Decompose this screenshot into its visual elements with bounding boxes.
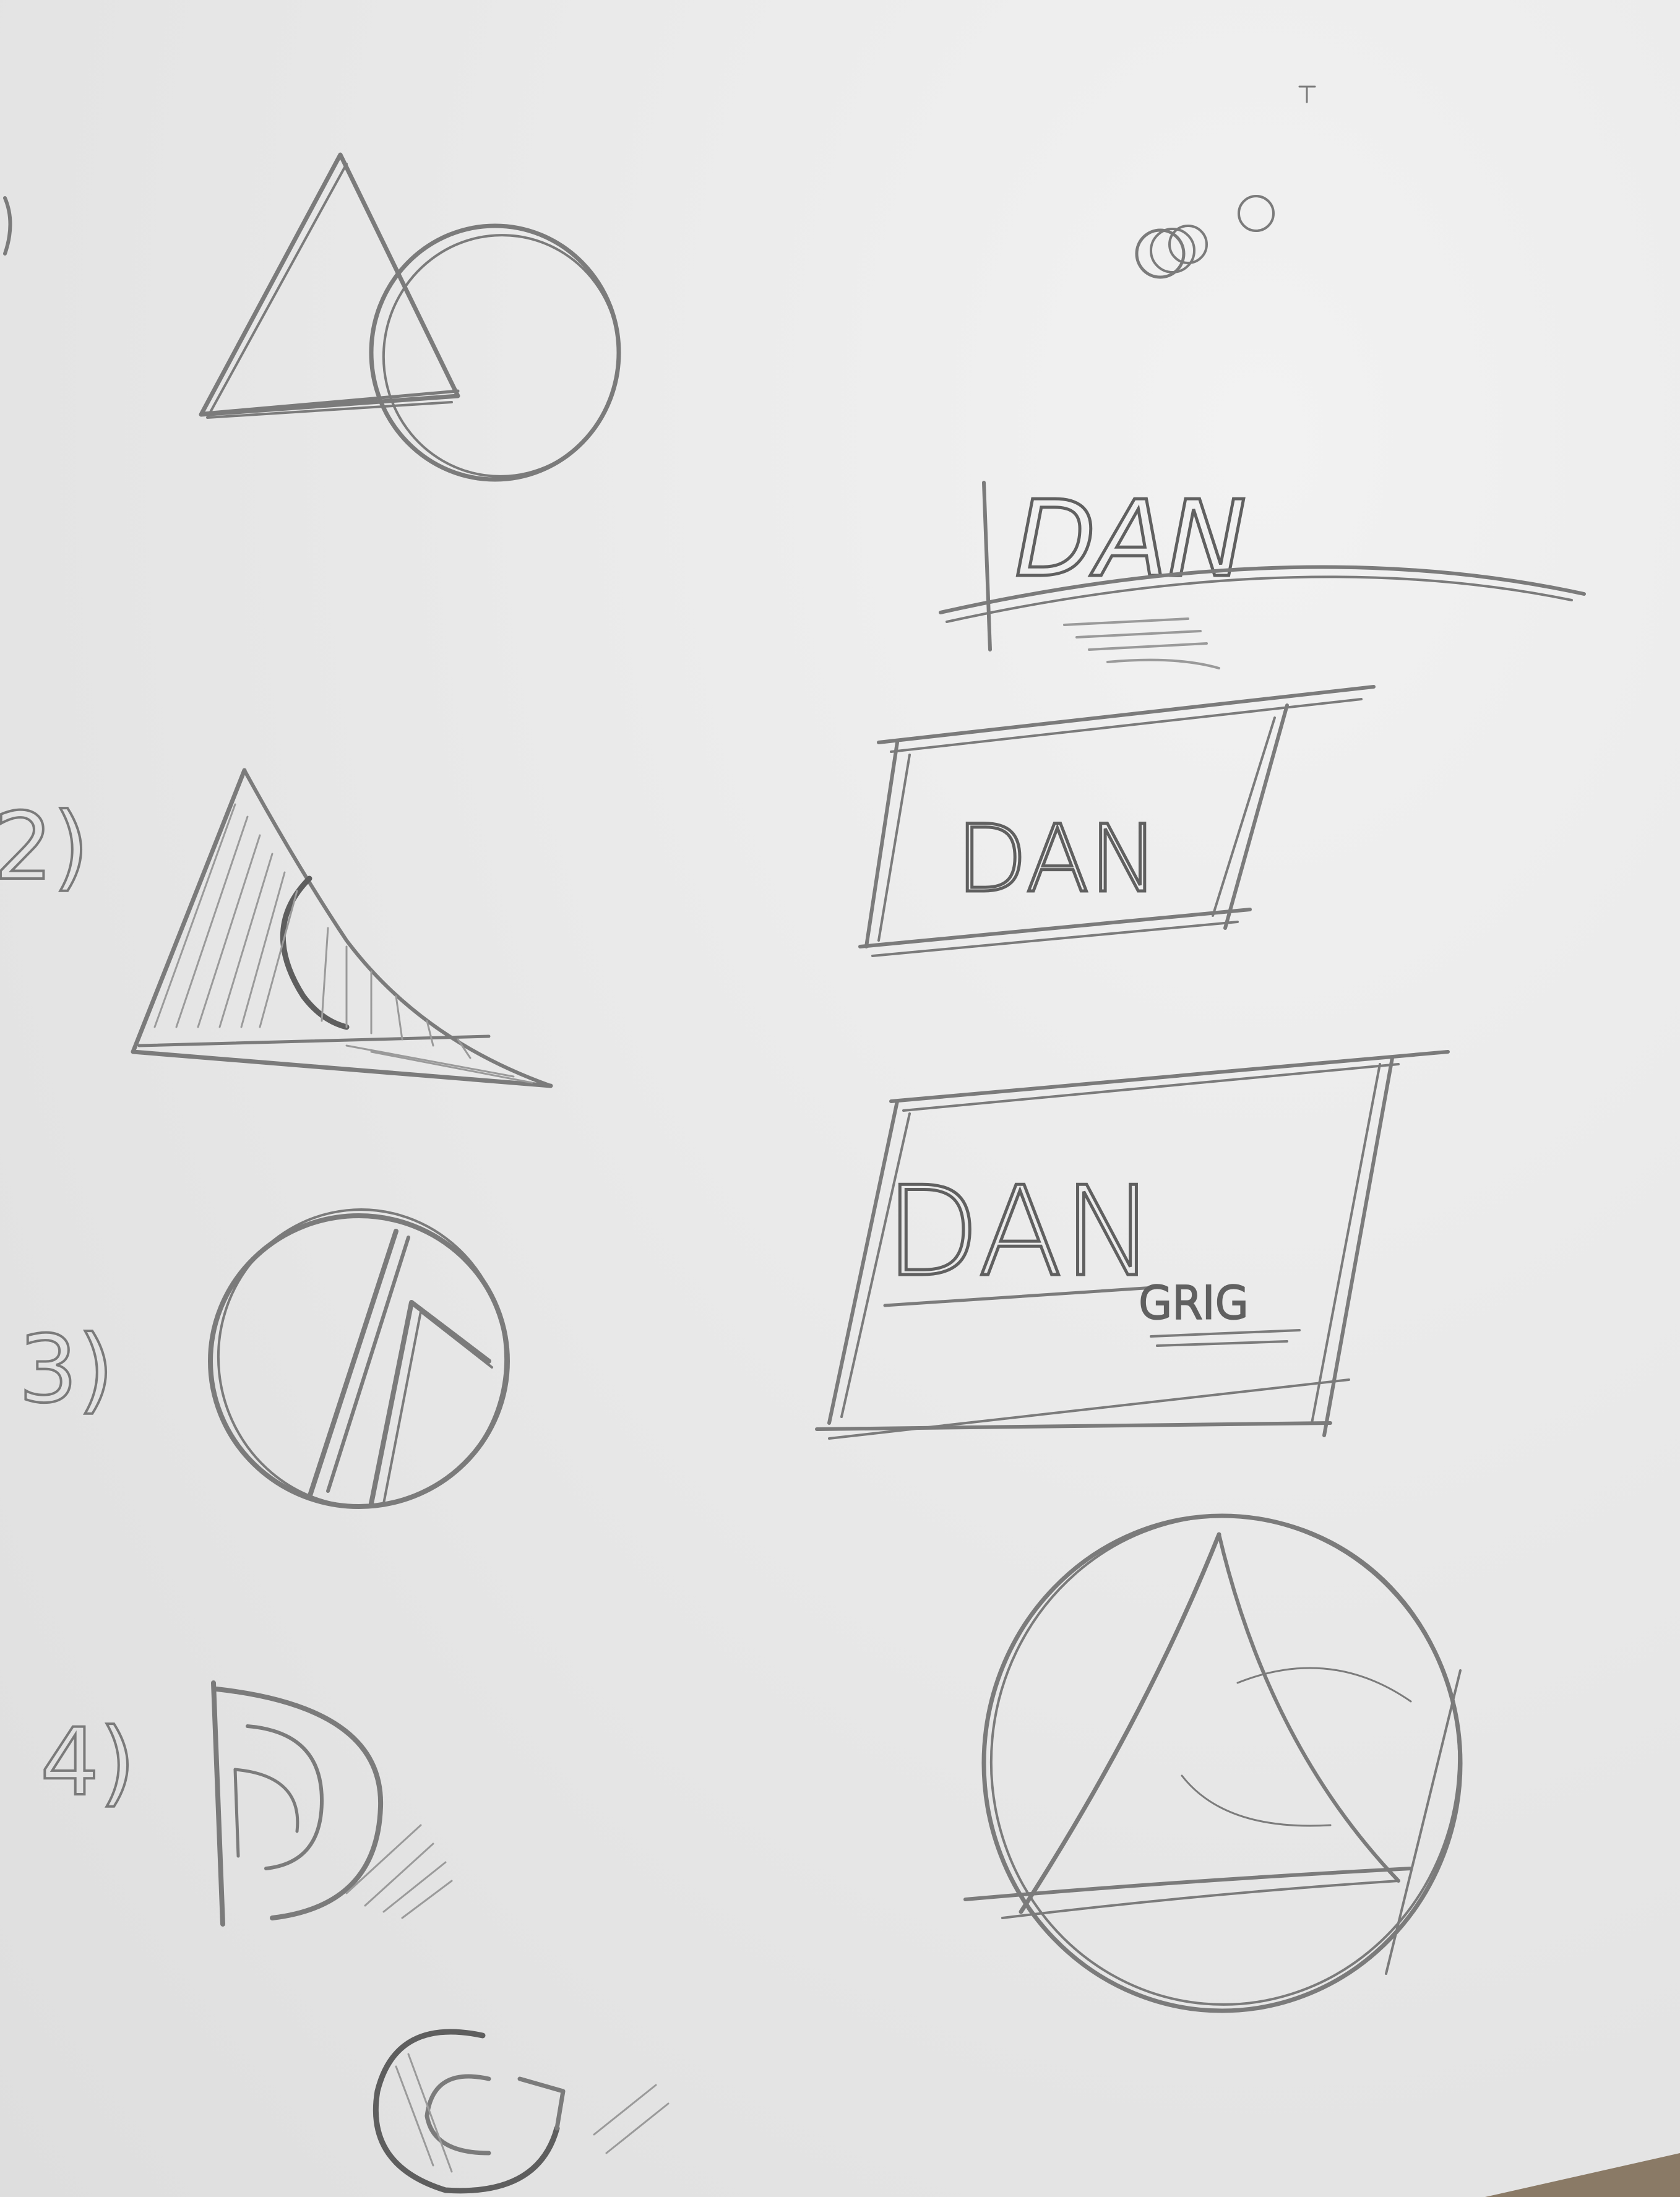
pencil-sketch-sheet: 2) 3) 4) DAN DAN DAN GRIG: [0, 85, 1680, 2197]
logo-sketch-letter-d: [211, 1680, 453, 1927]
number-3-label: 3): [19, 1316, 114, 1424]
wordmark-dan-box: DAN: [858, 685, 1376, 957]
desk-corner: [1485, 2153, 1680, 2197]
logo-sketch-circle-arrow: [208, 1208, 510, 1509]
wordmark-dan-grig-main: DAN: [885, 1160, 1155, 1304]
wordmark-dan-grig: DAN GRIG: [815, 1050, 1450, 1440]
logo-sketch-shaded-triangle: [131, 768, 553, 1088]
logo-sketch-triangle-circle: [199, 152, 621, 482]
number-4-label: 4): [40, 1709, 136, 1817]
wordmark-dan-grig-sub: GRIG: [1139, 1278, 1249, 1328]
logo-sketch-letter-g: [373, 2029, 670, 2194]
small-circles-sketch: [1135, 85, 1316, 279]
wordmark-dan-swoosh: DAN: [939, 477, 1586, 669]
number-2-label: 2): [0, 793, 89, 901]
logo-sketch-circle-triangle: [963, 1513, 1463, 2013]
wordmark-dan-box-text: DAN: [956, 806, 1159, 913]
number-1-fragment: [3, 196, 12, 256]
